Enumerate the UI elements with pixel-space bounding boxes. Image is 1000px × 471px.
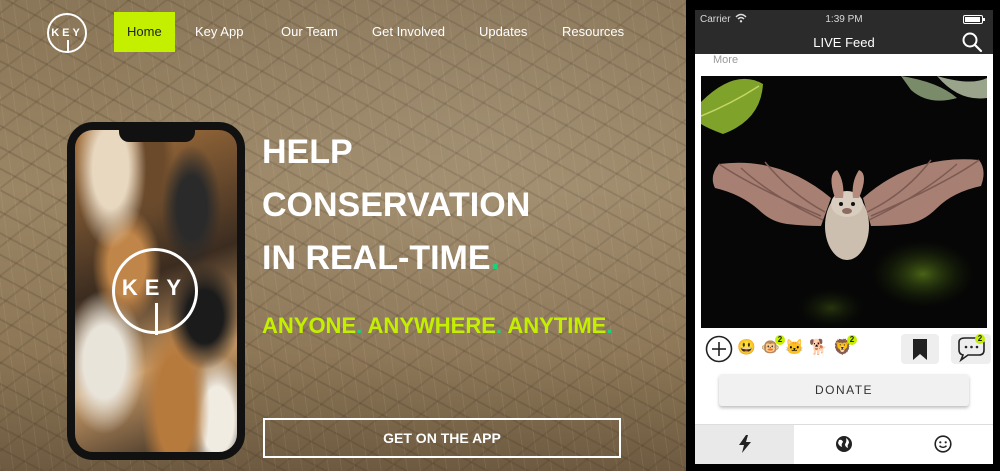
hero-headline: HELP CONSERVATION IN REAL-TIME. xyxy=(262,126,662,285)
key-logo[interactable]: KEY xyxy=(47,13,87,53)
nav-our-team[interactable]: Our Team xyxy=(281,12,338,52)
status-time: 1:39 PM xyxy=(825,14,863,25)
website-hero: KEY Home Key App Our Team Get Involved U… xyxy=(0,0,686,471)
headline-dot: . xyxy=(490,239,500,277)
nav-key-app[interactable]: Key App xyxy=(195,12,243,52)
nav-resources[interactable]: Resources xyxy=(562,12,624,52)
tab-map[interactable] xyxy=(794,425,893,464)
nav-updates[interactable]: Updates xyxy=(479,12,527,52)
bottom-tab-bar xyxy=(695,424,993,464)
search-icon[interactable] xyxy=(961,31,985,53)
tab-live-feed[interactable] xyxy=(695,425,794,464)
tagline-word-3: ANYTIME xyxy=(507,313,607,338)
bookmark-icon[interactable] xyxy=(901,334,939,364)
headline-line-2: CONSERVATION xyxy=(262,186,531,224)
reaction-bar: 😃 🐵 2 🐱 🐕 🦁 2 2 xyxy=(705,334,991,364)
reaction-count: 2 xyxy=(847,335,857,345)
reaction-count: 2 xyxy=(775,335,785,345)
reaction-cat[interactable]: 🐱 xyxy=(785,339,804,357)
logo-text: KEY xyxy=(51,27,83,39)
mobile-app-screen: Carrier 1:39 PM LIVE Feed More 😃 🐵 2 🐱 🐕… xyxy=(695,10,993,464)
comment-icon[interactable]: 2 xyxy=(951,334,991,364)
comment-count: 2 xyxy=(975,334,985,344)
battery-icon xyxy=(963,15,985,24)
phone-logo-text: KEY xyxy=(121,275,189,300)
feed-photo-bat[interactable] xyxy=(701,76,987,328)
phone-mockup: KEY xyxy=(67,122,245,460)
hero-tagline: ANYONE. ANYWHERE. ANYTIME. xyxy=(262,313,613,338)
phone-key-logo: KEY xyxy=(112,248,198,335)
status-bar: Carrier 1:39 PM xyxy=(695,10,993,30)
donate-button[interactable]: DONATE xyxy=(719,374,969,406)
app-title: LIVE Feed xyxy=(813,35,875,50)
nav-get-involved[interactable]: Get Involved xyxy=(372,12,445,52)
feed-bolt-icon xyxy=(695,435,794,458)
headline-line-1: HELP xyxy=(262,133,353,171)
nav-home[interactable]: Home xyxy=(114,12,175,52)
reaction-smile[interactable]: 😃 xyxy=(737,339,756,357)
headline-line-3: IN REAL-TIME xyxy=(262,239,491,277)
tab-profile[interactable] xyxy=(893,425,992,464)
globe-icon xyxy=(794,435,893,458)
tagline-word-1: ANYONE xyxy=(262,313,357,338)
add-reaction-icon[interactable] xyxy=(705,335,733,363)
more-link[interactable]: More xyxy=(713,54,738,66)
get-app-button[interactable]: GET ON THE APP xyxy=(263,418,621,458)
reaction-dog[interactable]: 🐕 xyxy=(809,339,828,357)
tagline-word-2: ANYWHERE xyxy=(367,313,496,338)
smile-icon xyxy=(893,435,992,458)
app-header: LIVE Feed xyxy=(695,30,993,54)
